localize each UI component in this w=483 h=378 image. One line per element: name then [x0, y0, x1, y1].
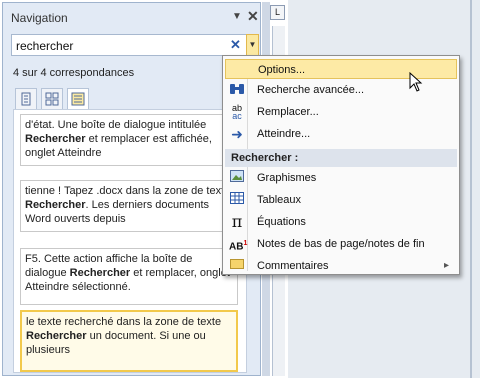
match-count: 4 sur 4 correspondances: [13, 67, 135, 79]
result-hit: Rechercher: [25, 133, 86, 145]
result-item[interactable]: tienne ! Tapez .docx dans la zone de tex…: [20, 180, 238, 232]
picture-icon: [229, 170, 245, 186]
triangle-down-icon[interactable]: ▼: [232, 11, 242, 22]
menu-item-tables[interactable]: Tableaux: [225, 190, 457, 210]
mouse-cursor-icon: [409, 72, 423, 92]
replace-icon: ab ac: [231, 103, 242, 121]
menu-item-equations[interactable]: π Équations: [225, 212, 457, 232]
menu-section-header: Rechercher :: [225, 149, 457, 167]
search-options-dropdown-button[interactable]: ▼: [246, 34, 259, 56]
result-item[interactable]: d'état. Une boîte de dialogue intitulée …: [20, 114, 238, 166]
results-tab[interactable]: [67, 88, 89, 110]
table-icon: [229, 192, 245, 208]
result-item-selected[interactable]: le texte recherché dans la zone de texte…: [20, 310, 238, 372]
search-options-menu: Options... Recherche avancée... ab ac Rem…: [222, 55, 460, 275]
binoculars-icon: [229, 82, 245, 98]
clear-search-icon[interactable]: ✕: [230, 37, 241, 53]
menu-item-footnotes[interactable]: AB1 Notes de bas de page/notes de fin: [225, 234, 457, 254]
comment-icon: [229, 258, 245, 274]
menu-item-graphics[interactable]: Graphismes: [225, 168, 457, 188]
nav-title: Navigation: [11, 11, 68, 25]
ruler-tab-selector[interactable]: L: [270, 5, 285, 20]
close-icon[interactable]: ✕: [247, 8, 259, 25]
grid-icon: [45, 92, 59, 106]
pages-tab[interactable]: [41, 88, 63, 110]
menu-item-comments[interactable]: Commentaires: [225, 256, 457, 276]
search-box: ✕ ▼: [11, 34, 259, 56]
menu-item-goto[interactable]: ➜ Atteindre...: [225, 124, 457, 144]
menu-item-replace[interactable]: ab ac Remplacer...: [225, 102, 457, 122]
list-icon: [21, 92, 31, 106]
result-item[interactable]: F5. Cette action affiche la boîte de dia…: [20, 248, 238, 305]
arrow-right-icon: ➜: [231, 126, 243, 142]
result-hit: Rechercher: [69, 267, 131, 279]
document-lines-icon: [71, 92, 85, 106]
search-input[interactable]: [14, 37, 228, 55]
pi-icon: π: [231, 212, 243, 231]
result-hit: Rechercher: [26, 330, 87, 342]
search-results-list: d'état. Une boîte de dialogue intitulée …: [13, 109, 247, 373]
footnote-icon: AB1: [229, 240, 248, 253]
result-hit: Rechercher: [25, 199, 86, 211]
page-edge: [470, 0, 472, 378]
headings-tab[interactable]: [15, 88, 37, 110]
